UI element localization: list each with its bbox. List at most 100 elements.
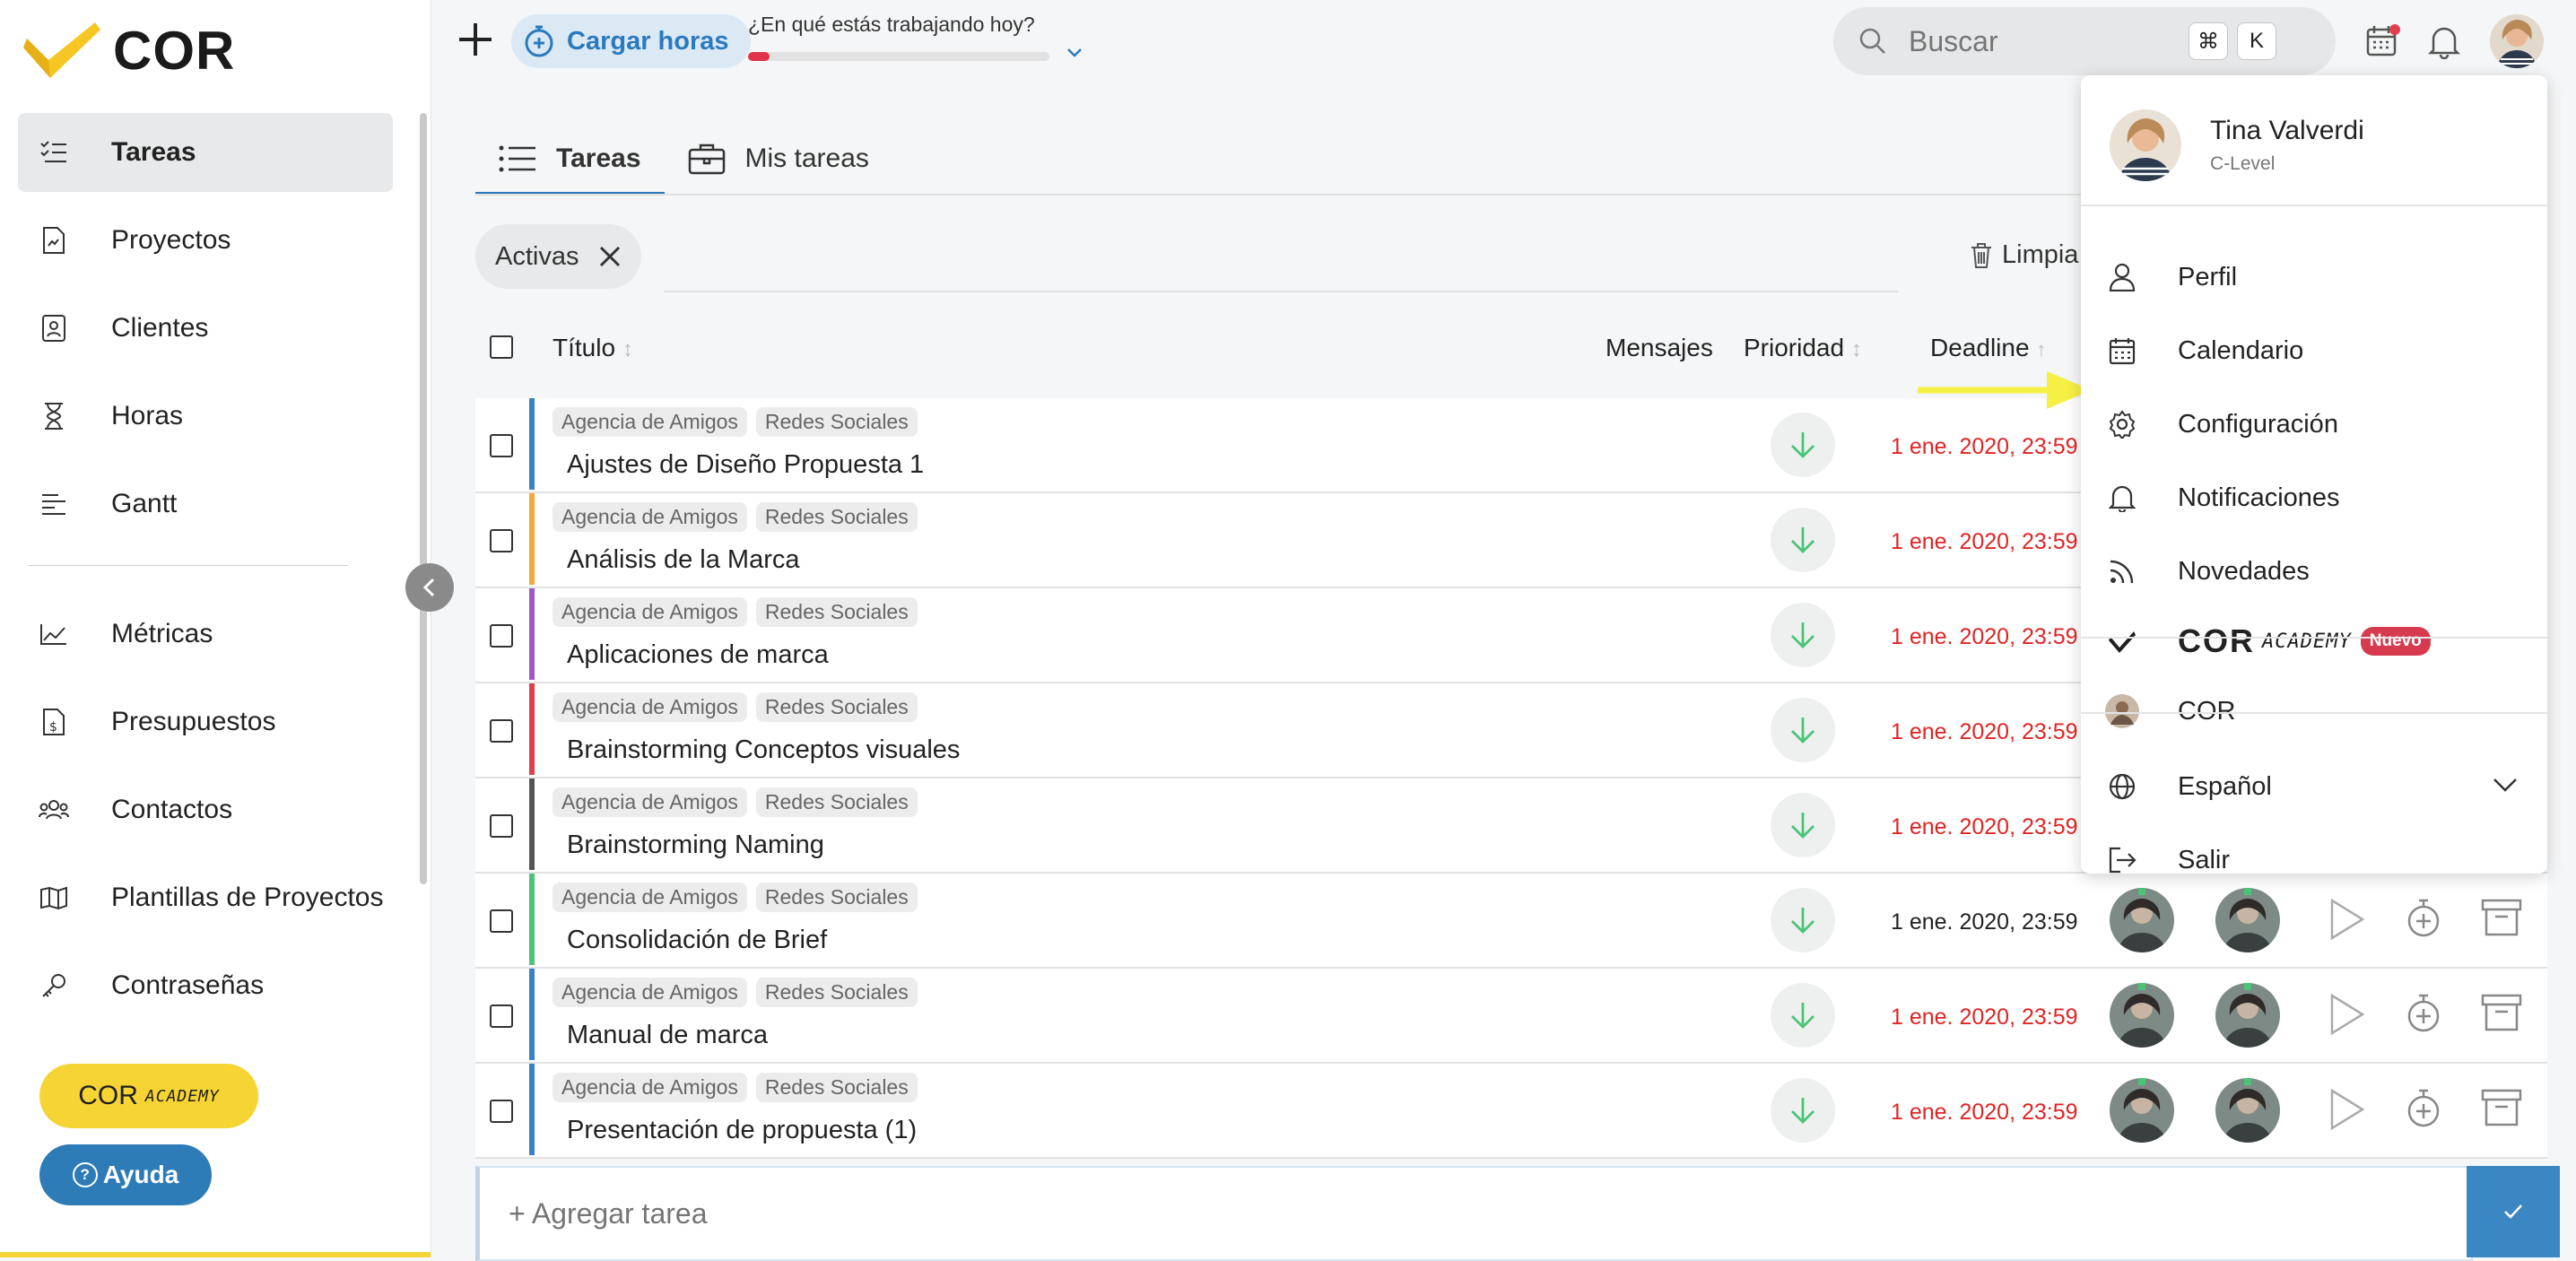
header-title[interactable]: Título ↕ <box>553 334 633 362</box>
bell-icon[interactable] <box>2427 23 2461 64</box>
priority-low-button[interactable] <box>1771 413 1835 477</box>
archive-icon[interactable] <box>2481 1087 2522 1131</box>
task-title[interactable]: Manual de marca <box>567 1021 768 1050</box>
add-task-input[interactable] <box>507 1196 1228 1231</box>
priority-low-button[interactable] <box>1771 698 1835 762</box>
help-button[interactable]: ? Ayuda <box>39 1144 212 1205</box>
sidebar-item-contactos[interactable]: Contactos <box>18 770 393 849</box>
cargar-horas-button[interactable]: Cargar horas <box>511 14 751 68</box>
assignee-avatar[interactable] <box>2110 983 2174 1048</box>
priority-low-button[interactable] <box>1771 888 1835 952</box>
row-checkbox[interactable] <box>490 814 513 838</box>
search-bar[interactable]: ⌘ K <box>1833 7 2336 75</box>
play-icon[interactable] <box>2327 897 2366 946</box>
priority-low-button[interactable] <box>1771 508 1835 572</box>
row-checkbox[interactable] <box>490 909 513 933</box>
row-checkbox[interactable] <box>490 529 513 552</box>
task-deadline[interactable]: 1 ene. 2020, 23:59 <box>1891 434 2078 460</box>
sidebar-item-contrasenas[interactable]: Contraseñas <box>18 946 393 1025</box>
row-checkbox[interactable] <box>490 1004 513 1028</box>
tab-mis-tareas[interactable]: Mis tareas <box>665 122 892 196</box>
client-tag[interactable]: Agencia de Amigos <box>553 407 747 437</box>
archive-icon[interactable] <box>2481 897 2522 941</box>
category-tag[interactable]: Redes Sociales <box>755 692 918 722</box>
row-checkbox[interactable] <box>490 719 513 743</box>
cor-logo[interactable]: COR <box>23 20 235 82</box>
task-deadline[interactable]: 1 ene. 2020, 23:59 <box>1891 719 2078 745</box>
client-tag[interactable]: Agencia de Amigos <box>553 883 747 912</box>
priority-low-button[interactable] <box>1771 1078 1835 1143</box>
working-question[interactable]: ¿En qué estás trabajando hoy? <box>748 13 1035 37</box>
header-priority[interactable]: Prioridad ↕ <box>1744 334 1862 362</box>
client-tag[interactable]: Agencia de Amigos <box>553 597 747 627</box>
filter-chip-activas[interactable]: Activas <box>475 224 642 289</box>
task-title[interactable]: Presentación de propuesta (1) <box>567 1116 917 1145</box>
task-deadline[interactable]: 1 ene. 2020, 23:59 <box>1891 1100 2078 1126</box>
menu-item-notificaciones[interactable]: Notificaciones <box>2081 461 2547 535</box>
priority-low-button[interactable] <box>1771 983 1835 1048</box>
menu-item-calendario[interactable]: Calendario <box>2081 314 2547 387</box>
play-icon[interactable] <box>2327 992 2366 1041</box>
priority-low-button[interactable] <box>1771 603 1835 667</box>
client-tag[interactable]: Agencia de Amigos <box>553 1073 747 1102</box>
category-tag[interactable]: Redes Sociales <box>755 978 918 1007</box>
table-row[interactable]: Agencia de Amigos Redes Sociales Manual de… <box>475 969 2547 1064</box>
clear-filters-button[interactable]: Limpia <box>1970 240 2078 270</box>
menu-item-salir[interactable]: Salir <box>2081 823 2547 897</box>
collaborator-avatar[interactable] <box>2215 888 2280 952</box>
client-tag[interactable]: Agencia de Amigos <box>553 787 747 817</box>
priority-low-button[interactable] <box>1771 793 1835 857</box>
calendar-icon[interactable] <box>2364 23 2400 64</box>
menu-item-company[interactable]: COR <box>2081 674 2547 748</box>
table-row[interactable]: Agencia de Amigos Redes Sociales Presentac… <box>475 1064 2547 1159</box>
stopwatch-plus-icon[interactable] <box>2406 992 2441 1039</box>
collapse-sidebar-button[interactable] <box>405 563 454 612</box>
category-tag[interactable]: Redes Sociales <box>755 787 918 817</box>
category-tag[interactable]: Redes Sociales <box>755 502 918 532</box>
sidebar-item-presupuestos[interactable]: $ Presupuestos <box>18 683 393 761</box>
menu-item-configuracion[interactable]: Configuración <box>2081 387 2547 461</box>
menu-item-novedades[interactable]: Novedades <box>2081 535 2547 608</box>
user-avatar[interactable] <box>2490 14 2544 68</box>
sidebar-item-proyectos[interactable]: Proyectos <box>18 201 393 280</box>
stopwatch-plus-icon[interactable] <box>2406 1087 2441 1135</box>
add-button[interactable] <box>456 20 495 64</box>
task-title[interactable]: Análisis de la Marca <box>567 545 800 575</box>
add-task-bar[interactable] <box>475 1166 2473 1261</box>
menu-item-cor-academy[interactable]: COR ACADEMY Nuevo <box>2081 604 2547 678</box>
task-deadline[interactable]: 1 ene. 2020, 23:59 <box>1891 909 2078 935</box>
task-deadline[interactable]: 1 ene. 2020, 23:59 <box>1891 624 2078 650</box>
collaborator-avatar[interactable] <box>2215 1078 2280 1143</box>
category-tag[interactable]: Redes Sociales <box>755 1073 918 1102</box>
menu-item-language[interactable]: Español <box>2081 750 2547 823</box>
task-deadline[interactable]: 1 ene. 2020, 23:59 <box>1891 814 2078 840</box>
task-deadline[interactable]: 1 ene. 2020, 23:59 <box>1891 1004 2078 1031</box>
sidebar-item-horas[interactable]: Horas <box>18 377 393 456</box>
assignee-avatar[interactable] <box>2110 888 2174 952</box>
row-checkbox[interactable] <box>490 1100 513 1123</box>
task-deadline[interactable]: 1 ene. 2020, 23:59 <box>1891 529 2078 555</box>
category-tag[interactable]: Redes Sociales <box>755 597 918 627</box>
close-icon[interactable] <box>598 245 622 268</box>
assignee-avatar[interactable] <box>2110 1078 2174 1143</box>
sidebar-scrollbar[interactable] <box>420 113 427 884</box>
add-task-confirm-button[interactable] <box>2467 1166 2560 1257</box>
archive-icon[interactable] <box>2481 992 2522 1036</box>
client-tag[interactable]: Agencia de Amigos <box>553 502 747 532</box>
row-checkbox[interactable] <box>490 624 513 648</box>
category-tag[interactable]: Redes Sociales <box>755 407 918 437</box>
task-title[interactable]: Ajustes de Diseño Propuesta 1 <box>567 450 924 480</box>
menu-item-perfil[interactable]: Perfil <box>2081 240 2547 314</box>
task-title[interactable]: Consolidación de Brief <box>567 926 827 955</box>
search-input[interactable] <box>1907 23 2180 59</box>
header-deadline[interactable]: Deadline ↑ <box>1930 334 2046 362</box>
collaborator-avatar[interactable] <box>2215 983 2280 1048</box>
select-all-checkbox[interactable] <box>490 335 513 359</box>
task-title[interactable]: Aplicaciones de marca <box>567 640 829 670</box>
sidebar-item-plantillas[interactable]: Plantillas de Proyectos <box>18 858 393 937</box>
chevron-down-icon[interactable] <box>1066 47 1083 64</box>
cor-academy-button[interactable]: COR ACADEMY <box>39 1064 258 1128</box>
sidebar-item-tareas[interactable]: Tareas <box>18 113 393 192</box>
task-title[interactable]: Brainstorming Conceptos visuales <box>567 735 960 765</box>
sidebar-item-gantt[interactable]: Gantt <box>18 465 393 544</box>
